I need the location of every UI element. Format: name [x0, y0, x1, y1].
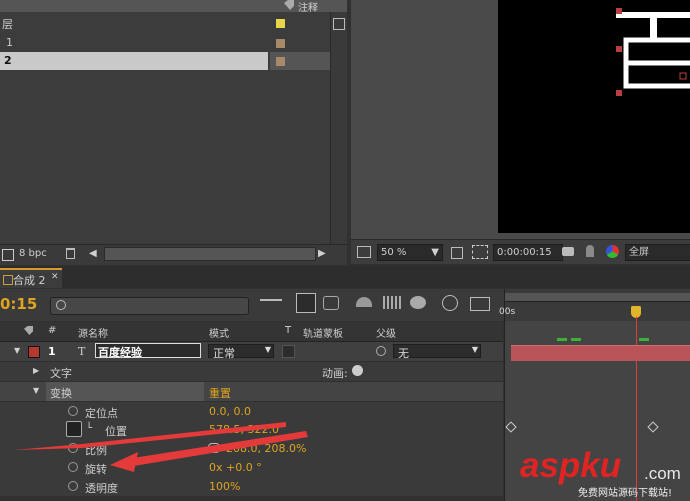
stopwatch-icon[interactable]	[68, 481, 78, 491]
color-channels-icon[interactable]	[606, 245, 619, 258]
graph-icon[interactable]: └	[86, 423, 92, 434]
label-color-swatch[interactable]	[276, 19, 285, 28]
zoom-select[interactable]: 50 % ▼	[377, 244, 443, 261]
monitor-icon[interactable]	[357, 246, 371, 258]
hide-shy-layers-icon[interactable]	[323, 296, 339, 310]
search-icon	[56, 300, 66, 310]
current-time[interactable]: 0:15	[0, 295, 37, 313]
watermark-caption: 免费网站源码下载站!	[578, 488, 673, 499]
property-position[interactable]: └ 位置 578.5, 322.0	[0, 420, 503, 440]
expand-chevron-icon[interactable]: ▶	[33, 366, 39, 375]
stopwatch-icon[interactable]	[68, 462, 78, 472]
brainstorm-icon[interactable]	[410, 296, 426, 309]
chevron-down-icon: ▼	[264, 345, 271, 354]
flowchart-icon[interactable]	[333, 18, 345, 30]
tab-composition[interactable]: 合成 2 ✕	[0, 268, 62, 288]
camera-icon[interactable]	[562, 247, 574, 256]
expand-chevron-icon[interactable]: ▼	[14, 346, 20, 355]
watermark-tld: .com	[644, 464, 681, 483]
bpc-button[interactable]: 8 bpc	[19, 248, 47, 259]
project-item-selected[interactable]: 2	[0, 52, 330, 70]
trash-icon[interactable]	[66, 248, 75, 259]
property-value[interactable]: 100%	[209, 480, 240, 493]
auto-keyframe-icon[interactable]	[442, 295, 458, 311]
horizontal-scrollbar[interactable]	[104, 247, 316, 261]
text-layer-preview	[616, 8, 690, 96]
project-scrollbar[interactable]	[330, 12, 347, 244]
layer-number: 1	[48, 345, 56, 358]
timecode-display[interactable]: 0:00:00:15	[493, 244, 563, 261]
label-color-swatch[interactable]	[276, 39, 285, 48]
project-header: 注释	[0, 0, 347, 14]
property-scale[interactable]: 比例 208.0, 208.0%	[0, 439, 503, 459]
scroll-left-icon[interactable]: ◀	[89, 248, 97, 259]
work-area-bar[interactable]	[505, 293, 690, 302]
property-value[interactable]: 0x +0.0 °	[209, 461, 262, 474]
stopwatch-icon[interactable]	[68, 443, 78, 453]
close-icon[interactable]: ✕	[51, 272, 59, 282]
watermark-brand: aspku	[520, 446, 622, 485]
layer-row[interactable]: ▼ 1 T 百度经验 正常 ▼ 无 ▼	[0, 342, 503, 362]
draft-3d-icon[interactable]	[296, 293, 316, 313]
reset-link[interactable]: 重置	[209, 385, 231, 401]
property-anchor-point[interactable]: 定位点 0.0, 0.0	[0, 402, 503, 422]
stopwatch-icon[interactable]	[68, 406, 78, 416]
project-item[interactable]: 层	[0, 14, 330, 32]
tag-icon	[284, 0, 294, 10]
resolution-select[interactable]: 全屏	[625, 244, 690, 261]
mode-select[interactable]: 正常 ▼	[208, 344, 274, 360]
keyframe-icon[interactable]	[647, 421, 659, 433]
property-opacity[interactable]: 透明度 100%	[0, 477, 503, 497]
property-value[interactable]: 208.0, 208.0%	[226, 442, 306, 455]
property-group-text[interactable]: ▶ 文字 动画:	[0, 362, 503, 382]
layer-name-field[interactable]: 百度经验	[95, 343, 201, 359]
play-circle-icon[interactable]	[352, 365, 363, 376]
label-color-swatch[interactable]	[276, 57, 285, 66]
property-group-transform[interactable]: ▼ 变换 重置	[0, 382, 503, 402]
chevron-down-icon: ▼	[431, 247, 439, 258]
property-value[interactable]: 578.5, 322.0	[209, 423, 279, 436]
composition-icon	[3, 275, 13, 285]
viewer-toolbar: 50 % ▼ 0:00:00:15 全屏	[351, 239, 690, 264]
preserve-transparency-checkbox[interactable]	[282, 345, 295, 358]
expand-chevron-icon[interactable]: ▼	[33, 386, 39, 395]
watermark: aspku .com 免费网站源码下载站!	[518, 446, 690, 501]
composition-canvas[interactable]	[498, 0, 690, 233]
property-rotation[interactable]: 旋转 0x +0.0 °	[0, 458, 503, 478]
label-color-swatch[interactable]	[28, 346, 40, 358]
layer-duration-bar[interactable]	[511, 345, 690, 361]
comp-mini-flowchart-icon[interactable]	[260, 299, 282, 309]
property-value[interactable]: 0.0, 0.0	[209, 405, 251, 418]
fit-icon[interactable]	[451, 247, 463, 259]
parent-select[interactable]: 无 ▼	[393, 344, 481, 360]
timeline-tabbar	[0, 266, 690, 288]
label-tag-icon[interactable]	[24, 326, 33, 335]
keyframe-icon[interactable]	[505, 421, 517, 433]
graph-editor-icon[interactable]	[470, 297, 490, 311]
project-item[interactable]: 1	[0, 34, 330, 52]
frame-blending-icon[interactable]	[356, 297, 372, 307]
stopwatch-active-icon[interactable]	[66, 421, 82, 437]
show-channel-icon[interactable]	[586, 245, 594, 257]
motion-blur-icon[interactable]	[383, 296, 401, 309]
constrain-proportions-icon[interactable]	[208, 443, 220, 453]
parent-pickwhip-icon[interactable]	[376, 346, 386, 356]
chevron-down-icon: ▼	[471, 345, 478, 354]
animate-menu[interactable]: 动画:	[322, 365, 348, 381]
column-label-comment[interactable]: 注释	[298, 0, 318, 14]
safe-area-icon[interactable]	[472, 245, 488, 259]
flowchart-icon[interactable]	[2, 249, 14, 261]
text-layer-icon: T	[78, 345, 86, 358]
ruler-start-label: 00s	[499, 307, 516, 317]
scroll-right-icon[interactable]: ▶	[318, 248, 326, 259]
layer-search-input[interactable]	[50, 297, 249, 315]
timeline-column-header: # 源名称 模式 T 轨道蒙板 父级	[0, 322, 503, 342]
